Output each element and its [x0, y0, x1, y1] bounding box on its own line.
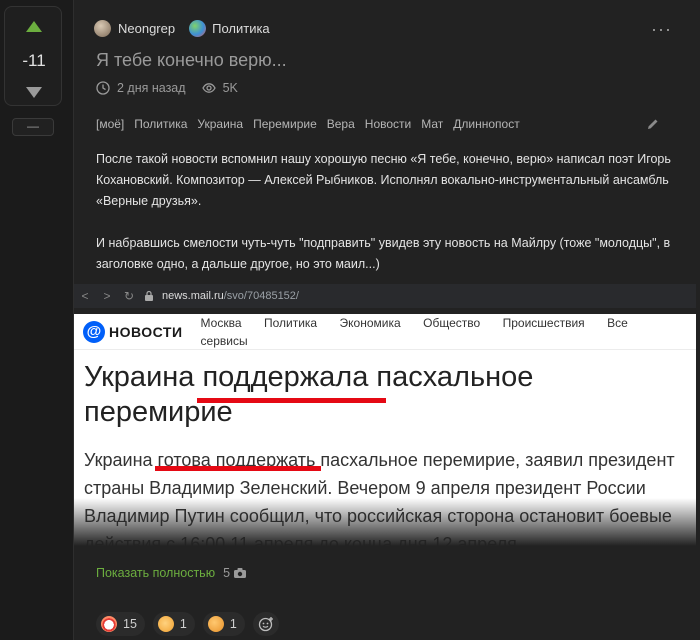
- facepalm-emoji-icon: [207, 616, 224, 632]
- tag-item[interactable]: Политика: [134, 117, 187, 131]
- back-arrow-icon: <: [81, 289, 89, 303]
- edit-pencil-icon[interactable]: [646, 117, 660, 131]
- post-title[interactable]: Я тебе конечно верю...: [96, 50, 287, 71]
- tag-item[interactable]: Мат: [421, 117, 443, 131]
- camera-icon: [234, 568, 247, 578]
- mail-nav: Москва Политика Экономика Общество Проис…: [201, 314, 696, 350]
- downvote-arrow-icon[interactable]: [26, 87, 42, 98]
- post-card: Neongrep Политика ··· Я тебе конечно вер…: [73, 0, 700, 640]
- add-emoji-icon: [258, 617, 273, 632]
- mail-brand: НОВОСТИ: [109, 323, 183, 340]
- author-name[interactable]: Neongrep: [118, 21, 175, 36]
- tag-item[interactable]: Длиннопост: [453, 117, 519, 131]
- mail-logo: @ НОВОСТИ: [83, 320, 183, 343]
- url-domain: news.mail.ru: [162, 290, 224, 302]
- fade-overlay: [74, 498, 696, 546]
- reaction-bar: 15 1 1: [96, 612, 279, 636]
- community-name[interactable]: Политика: [212, 21, 270, 36]
- reaction-count: 15: [123, 617, 137, 631]
- show-full-label[interactable]: Показать полностью: [96, 566, 215, 580]
- community-icon[interactable]: [189, 19, 207, 37]
- tag-item[interactable]: Новости: [365, 117, 411, 131]
- reaction-count: 1: [229, 617, 237, 631]
- forward-arrow-icon: >: [103, 289, 111, 303]
- mail-nav-item: Экономика: [339, 315, 401, 330]
- eye-icon: [201, 83, 216, 93]
- clown-emoji-icon: [101, 616, 117, 632]
- tag-item[interactable]: Украина: [197, 117, 243, 131]
- post-time: 2 дня назад: [117, 81, 186, 95]
- red-underline-lead: [155, 466, 321, 471]
- tag-item[interactable]: Вера: [327, 117, 355, 131]
- news-headline: Украина поддержала пасхальное перемирие: [84, 361, 534, 428]
- post-paragraph: После такой новости вспомнил нашу хорошу…: [96, 152, 671, 208]
- post-meta: 2 дня назад 5K: [96, 80, 238, 96]
- reload-icon: ↻: [123, 289, 135, 303]
- browser-address-bar: < > ↻ news.mail.ru /svo/70485152/: [74, 284, 696, 308]
- more-options-icon[interactable]: ···: [651, 20, 672, 38]
- rating-count: -11: [22, 51, 46, 70]
- show-full-link[interactable]: Показать полностью 5: [96, 565, 247, 581]
- reaction-clap[interactable]: 1: [152, 612, 195, 636]
- clock-icon: [96, 81, 110, 95]
- tag-item[interactable]: Перемирие: [253, 117, 317, 131]
- mail-nav-item: Политика: [263, 315, 318, 330]
- mail-nav-item: Общество: [423, 315, 481, 330]
- reaction-clown[interactable]: 15: [96, 612, 145, 636]
- author-avatar[interactable]: [94, 19, 111, 37]
- post-body: После такой новости вспомнил нашу хорошу…: [96, 149, 686, 275]
- mail-nav-item: Москва: [200, 315, 242, 330]
- post-paragraph: И набравшись смелости чуть-чуть "подправ…: [96, 236, 671, 271]
- clap-emoji-icon: [157, 616, 174, 632]
- image-count: 5: [223, 566, 231, 580]
- post-header: Neongrep Политика: [94, 18, 270, 38]
- collapse-button[interactable]: —: [12, 118, 54, 136]
- add-reaction-button[interactable]: [252, 612, 279, 636]
- tag-list: [моё] Политика Украина Перемирие Вера Но…: [96, 116, 530, 132]
- tag-item[interactable]: [моё]: [96, 117, 124, 131]
- red-underline-headline: [197, 398, 386, 403]
- mail-at-icon: @: [83, 320, 105, 343]
- reaction-count: 1: [179, 617, 187, 631]
- vote-panel: -11: [4, 6, 62, 106]
- mail-news-header: @ НОВОСТИ Москва Политика Экономика Обще…: [74, 314, 696, 350]
- lock-icon: [145, 290, 153, 301]
- mail-nav-item: Происшествия: [502, 315, 585, 330]
- view-count: 5K: [222, 81, 238, 95]
- reaction-facepalm[interactable]: 1: [202, 612, 245, 636]
- url-path: /svo/70485152/: [223, 290, 299, 302]
- news-screenshot[interactable]: @ НОВОСТИ Москва Политика Экономика Обще…: [74, 314, 696, 546]
- highlighted-word: поддержала: [202, 361, 369, 393]
- upvote-arrow-icon[interactable]: [26, 21, 42, 32]
